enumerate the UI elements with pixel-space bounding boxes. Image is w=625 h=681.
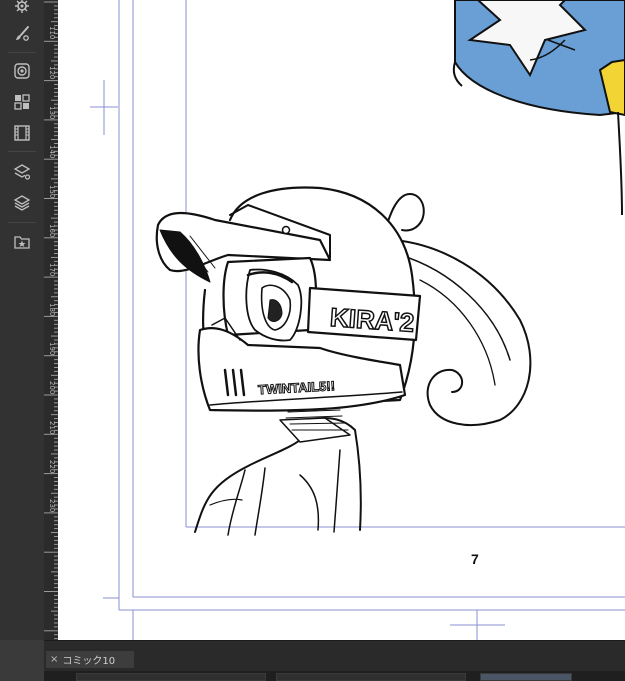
- toolbar-divider: [8, 52, 36, 53]
- gear-icon: [15, 0, 29, 13]
- ruler-label: 130: [48, 106, 56, 119]
- tab-label: コミック10: [62, 656, 116, 667]
- left-toolbar: [0, 0, 45, 640]
- ruler-label: 170: [48, 263, 56, 276]
- ruler-ticks: 110 120 130 140 150 160 170 180 190 200 …: [44, 1, 58, 640]
- ruler-label: 150: [48, 185, 56, 198]
- brush-tool-button[interactable]: [10, 22, 34, 46]
- toolbar-divider: [8, 222, 36, 223]
- ruler-label: 230: [48, 499, 56, 512]
- ruler-label: 110: [48, 26, 56, 39]
- layer-settings-icon: [13, 164, 31, 180]
- ruler-label: 200: [48, 381, 56, 394]
- top-character: [452, 0, 625, 216]
- grid-palette-icon: [14, 94, 30, 110]
- ruler-label: 180: [48, 303, 56, 316]
- ruler-label: 140: [48, 145, 56, 158]
- helmet-strap-text: KIRA'2: [329, 302, 415, 338]
- material-tool-button[interactable]: [10, 230, 34, 254]
- star-folder-icon: [14, 236, 30, 249]
- ruler-label: 210: [48, 421, 56, 434]
- film-icon: [14, 125, 30, 141]
- brush-icon: [16, 26, 29, 41]
- circle-target-icon: [14, 63, 30, 79]
- layer-property-tool-button[interactable]: [10, 160, 34, 184]
- canvas-artwork: KIRA'2 TWINTAIL5!! 7: [90, 0, 625, 640]
- animation-tool-button[interactable]: [10, 121, 34, 145]
- ruler-label: 190: [48, 342, 56, 355]
- ruler-label: 220: [48, 460, 56, 473]
- navigator-tool-button[interactable]: [10, 59, 34, 83]
- vertical-ruler[interactable]: 110 120 130 140 150 160 170 180 190 200 …: [44, 0, 59, 640]
- page-number: 7: [471, 551, 479, 567]
- toolbar-divider: [8, 151, 36, 152]
- color-palette-tool-button[interactable]: [10, 90, 34, 114]
- settings-tool-button[interactable]: [10, 0, 34, 18]
- helmet-character: [155, 186, 532, 536]
- layers-tool-button[interactable]: [10, 191, 34, 215]
- ruler-label: 120: [48, 66, 56, 79]
- close-icon[interactable]: ×: [50, 654, 58, 665]
- drawing-canvas[interactable]: KIRA'2 TWINTAIL5!! 7: [58, 0, 625, 640]
- document-tab[interactable]: × コミック10: [46, 651, 134, 668]
- layers-icon: [13, 195, 31, 211]
- ruler-label: 160: [48, 224, 56, 237]
- bottom-dock: × コミック10: [44, 640, 625, 681]
